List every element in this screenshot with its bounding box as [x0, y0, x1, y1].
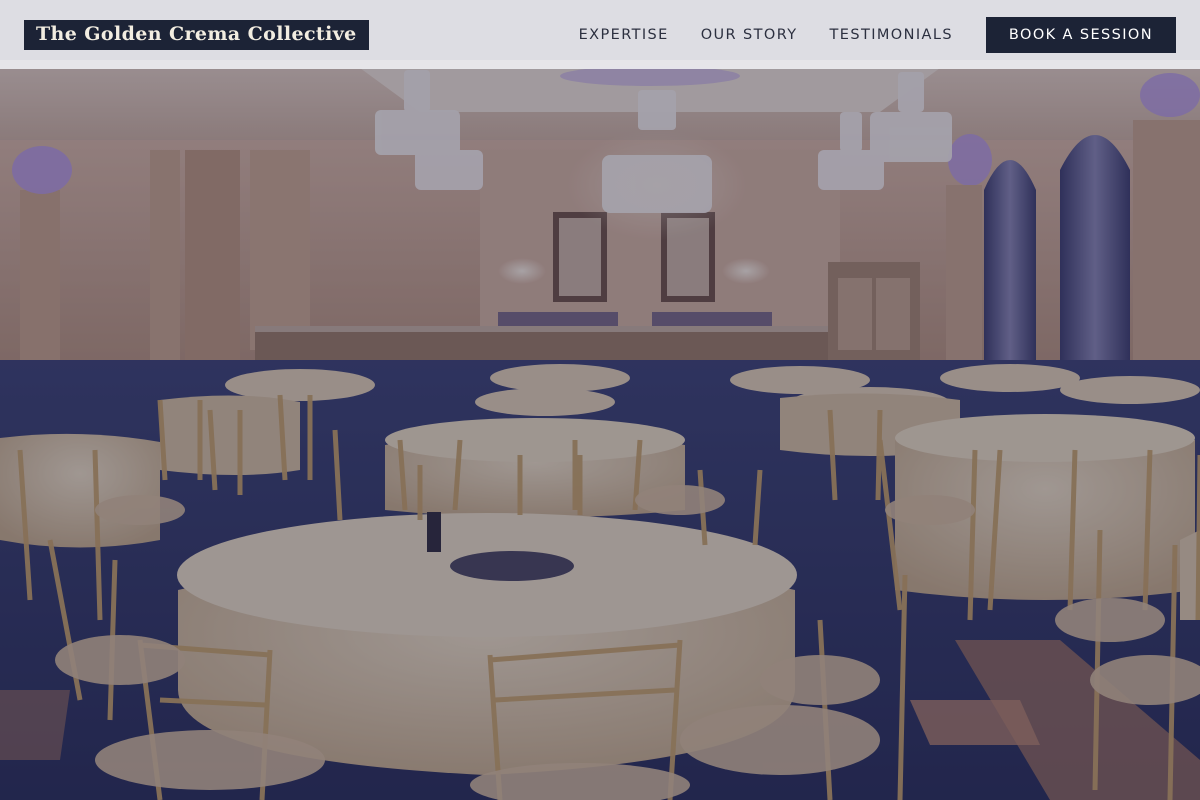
landing-page: The Golden Crema Collective EXPERTISE OU… — [0, 0, 1200, 800]
main-nav: EXPERTISE OUR STORY TESTIMONIALS BOOK A … — [579, 16, 1176, 53]
nav-link-our-story[interactable]: OUR STORY — [701, 27, 798, 43]
hero-background — [0, 0, 1200, 800]
book-session-button[interactable]: BOOK A SESSION — [985, 16, 1176, 53]
nav-link-expertise[interactable]: EXPERTISE — [579, 27, 669, 43]
nav-link-testimonials[interactable]: TESTIMONIALS — [830, 27, 953, 43]
hero-overlay — [0, 0, 1200, 800]
brand-logo[interactable]: The Golden Crema Collective — [24, 19, 369, 50]
site-header: The Golden Crema Collective EXPERTISE OU… — [0, 0, 1200, 69]
